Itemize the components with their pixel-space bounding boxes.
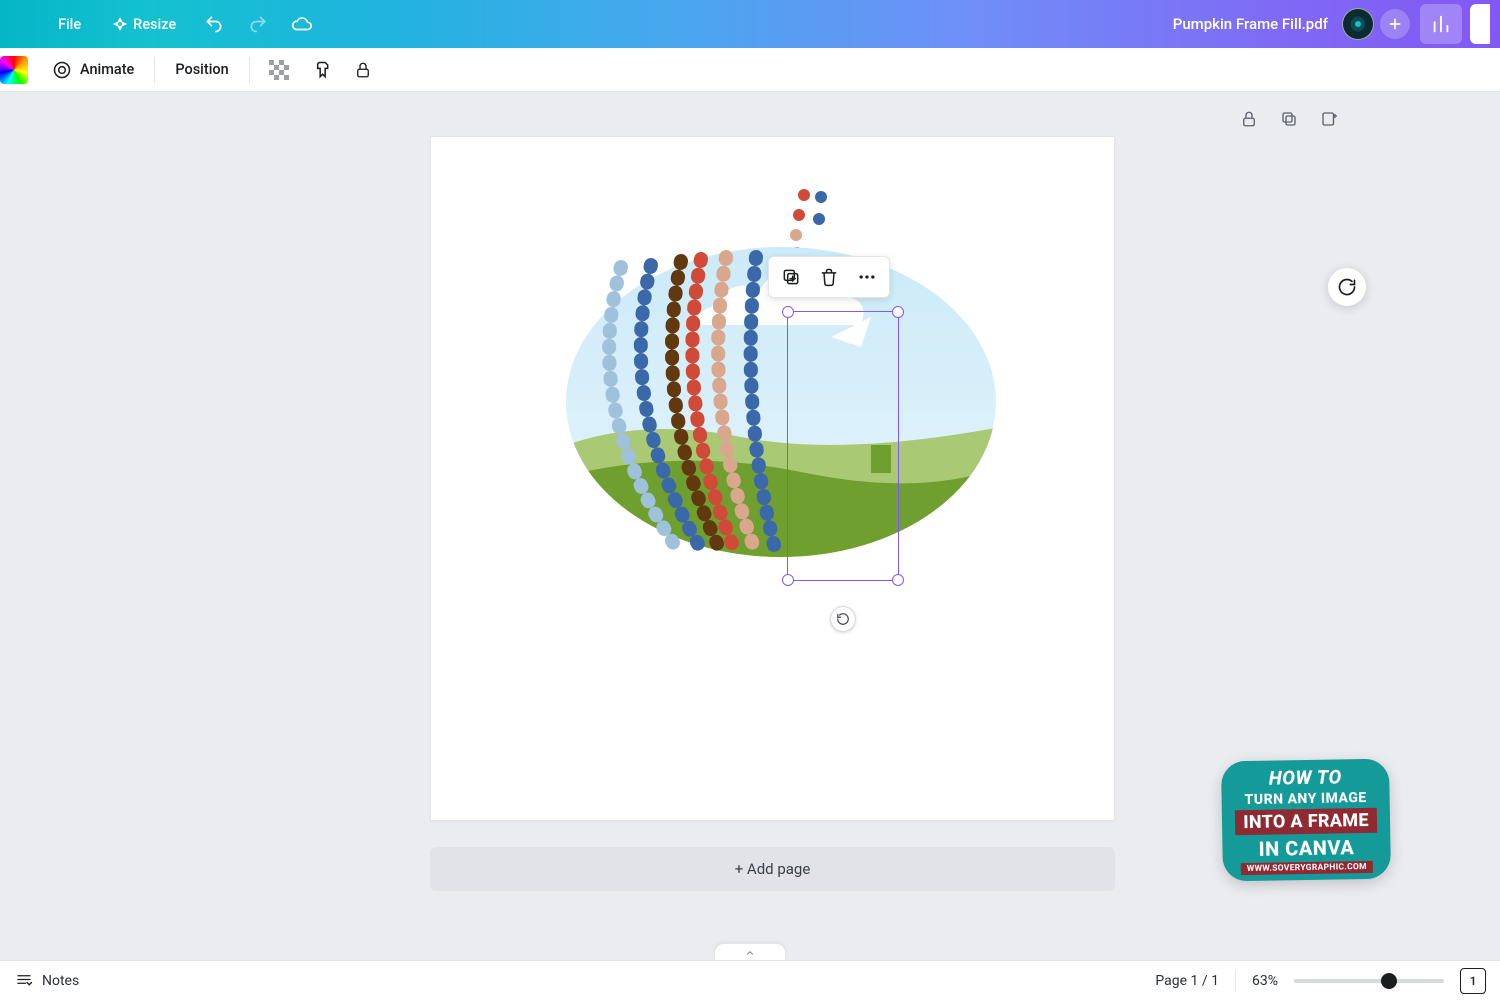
pumpkin-frame-graphic[interactable]: [561, 187, 1001, 567]
tutorial-watermark-badge: HOW TO TURN ANY IMAGE INTO A FRAME IN CA…: [1221, 759, 1391, 882]
undo-icon[interactable]: [194, 4, 234, 44]
color-picker-swatch[interactable]: [0, 56, 28, 84]
selection-handle-br[interactable]: [892, 574, 904, 586]
notes-label: Notes: [42, 973, 79, 989]
wm-line3: INTO A FRAME: [1235, 808, 1377, 835]
top-left-group: File Resize: [0, 4, 322, 44]
zoom-slider-thumb[interactable]: [1381, 973, 1397, 989]
document-title[interactable]: Pumpkin Frame Fill.pdf: [1173, 15, 1328, 33]
resize-label: Resize: [133, 16, 176, 33]
wm-line1: HOW TO: [1269, 765, 1342, 789]
add-collaborator-button[interactable]: [1380, 9, 1410, 39]
page-1[interactable]: [430, 136, 1115, 821]
add-page-button[interactable]: + Add page: [430, 847, 1115, 891]
wm-line4: IN CANVA: [1258, 835, 1354, 861]
add-page-after-icon[interactable]: [1318, 108, 1340, 130]
grid-view-button[interactable]: 1: [1460, 968, 1486, 994]
copy-style-icon[interactable]: [302, 51, 340, 89]
selection-handle-bl[interactable]: [782, 574, 794, 586]
insights-button[interactable]: [1420, 4, 1462, 44]
reset-view-button[interactable]: [1328, 268, 1366, 306]
footer-bar: Notes Page 1 / 1 63% 1: [0, 960, 1500, 1000]
home-icon[interactable]: [0, 4, 40, 44]
page-indicator[interactable]: Page 1 / 1: [1155, 973, 1219, 989]
edit-toolbar: Animate Position: [0, 48, 1500, 92]
position-button[interactable]: Position: [165, 51, 238, 89]
wm-url: WWW.SOVERYGRAPHIC.COM: [1241, 861, 1373, 875]
file-menu-label: File: [58, 16, 81, 33]
toolbar-divider: [154, 57, 155, 83]
top-bar: File Resize Pumpkin Frame Fill.pdf: [0, 0, 1500, 48]
cloud-save-icon[interactable]: [282, 4, 322, 44]
transparency-icon[interactable]: [260, 51, 298, 89]
footer-divider: [1235, 970, 1236, 992]
more-options-button[interactable]: [851, 261, 883, 293]
canvas-workspace[interactable]: + Add page HOW TO TURN ANY IMAGE INTO A …: [0, 92, 1500, 960]
notes-button[interactable]: Notes: [14, 972, 79, 990]
wm-line2: TURN ANY IMAGE: [1244, 790, 1366, 808]
user-avatar[interactable]: [1342, 8, 1374, 40]
zoom-level-label[interactable]: 63%: [1252, 973, 1278, 989]
selection-handle-tl[interactable]: [782, 306, 794, 318]
page-action-bar: [1238, 108, 1340, 130]
share-button[interactable]: [1470, 4, 1490, 44]
duplicate-page-icon[interactable]: [1278, 108, 1300, 130]
zoom-slider[interactable]: [1294, 979, 1444, 983]
add-page-label: + Add page: [735, 860, 811, 878]
panel-drag-handle[interactable]: [714, 943, 786, 960]
position-label: Position: [175, 61, 228, 78]
toolbar-divider: [249, 57, 250, 83]
resize-button[interactable]: Resize: [99, 4, 190, 44]
selection-handle-tr[interactable]: [892, 306, 904, 318]
animate-label: Animate: [80, 61, 134, 78]
selection-outline[interactable]: [787, 311, 899, 581]
lock-page-icon[interactable]: [1238, 108, 1260, 130]
animate-button[interactable]: Animate: [42, 51, 144, 89]
selection-context-toolbar: [768, 256, 890, 298]
selection-rotate-handle[interactable]: [830, 606, 856, 632]
grid-view-count: 1: [1470, 974, 1477, 988]
lock-icon[interactable]: [344, 51, 382, 89]
redo-icon[interactable]: [238, 4, 278, 44]
file-menu[interactable]: File: [44, 4, 95, 44]
duplicate-button[interactable]: [775, 261, 807, 293]
delete-button[interactable]: [813, 261, 845, 293]
